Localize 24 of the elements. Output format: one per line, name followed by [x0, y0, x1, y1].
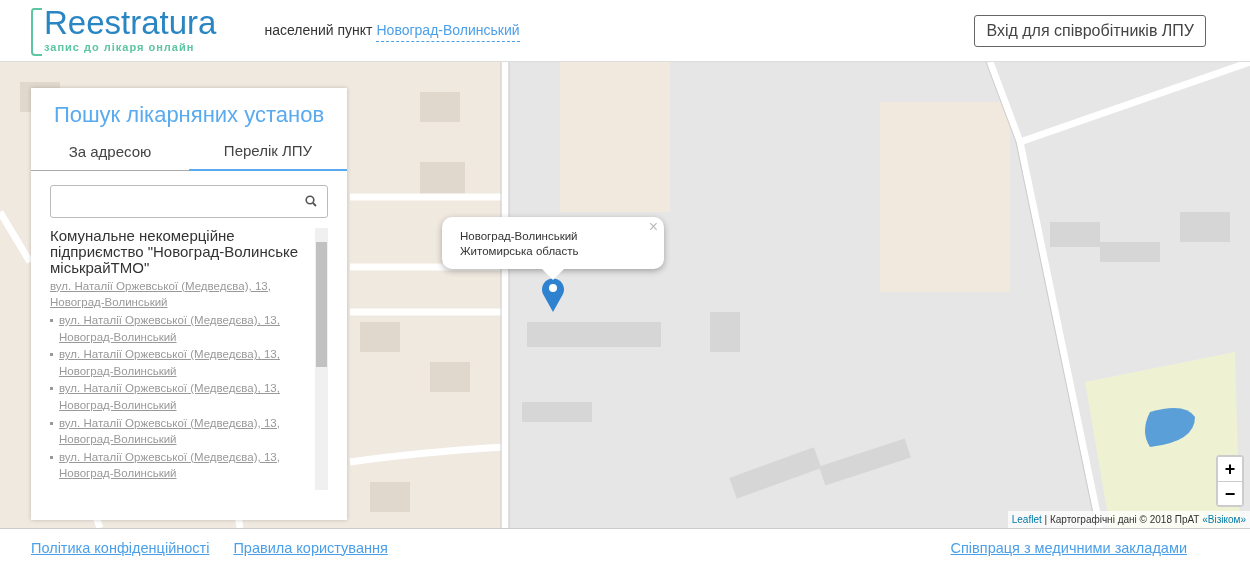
search-icon[interactable]: [305, 195, 317, 208]
logo-tagline: запис до лікаря онлайн: [44, 39, 196, 55]
logo-text: Reestratura: [44, 5, 217, 39]
panel-tab[interactable]: За адресою: [31, 136, 189, 171]
provider-link[interactable]: «Візіком»: [1202, 514, 1246, 525]
address-link[interactable]: вул. Наталії Оржевської (Медведєва), 13, Новоград-Волинський: [59, 448, 313, 482]
popup-text: Новоград-Волинський: [460, 229, 579, 244]
footer-link[interactable]: Політика конфіденційності: [31, 537, 210, 560]
popup-text: Житомирська область: [460, 244, 580, 259]
close-button[interactable]: ×: [648, 219, 658, 235]
footer-link[interactable]: Співпраця з медичними закладами: [950, 537, 1187, 560]
leaflet-link[interactable]: Leaflet: [1011, 514, 1042, 525]
locality-label: населений пункт: [264, 21, 373, 40]
zoom-out-button[interactable]: −: [1218, 481, 1242, 505]
search-field[interactable]: [50, 184, 328, 218]
footer-link[interactable]: Правила користування: [233, 537, 388, 560]
attribution-text: | Картографічні дані © 2018 ПрАТ: [1044, 514, 1200, 525]
facility-name[interactable]: Комунальне некомерційне підприємство "Новоград-Волинське міськрайТМО": [50, 227, 313, 276]
map-pin-icon[interactable]: [541, 277, 565, 313]
scrollbar[interactable]: [315, 227, 328, 490]
locality-link[interactable]: Новоград-Волинський: [376, 19, 520, 42]
staff-login-button[interactable]: Вхід для співробітників ЛПУ: [974, 14, 1206, 47]
panel-title: Пошук лікарняних установ: [52, 101, 326, 129]
panel-tab[interactable]: Перелік ЛПУ: [189, 136, 347, 171]
